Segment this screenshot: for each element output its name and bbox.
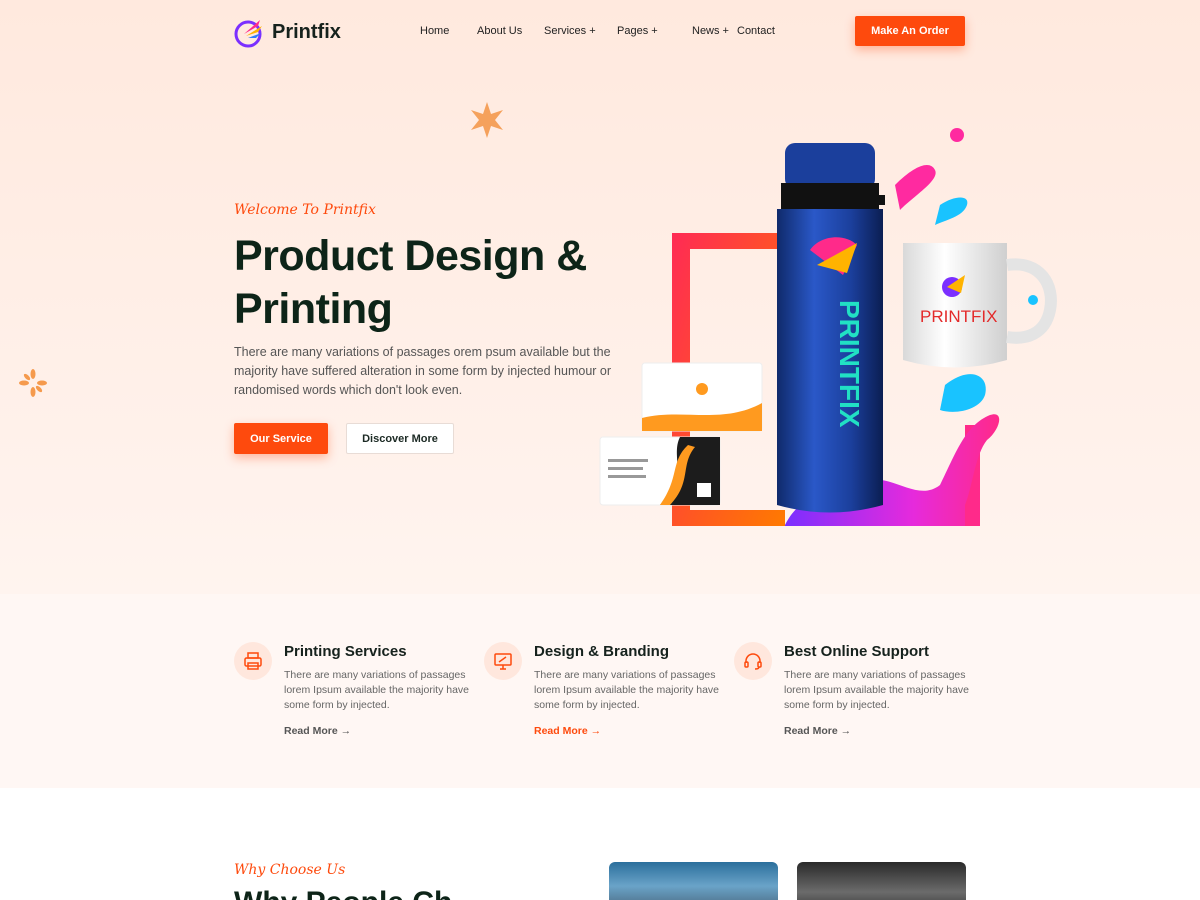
nav-home[interactable]: Home <box>420 25 477 37</box>
printer-icon <box>234 642 272 680</box>
bottle-brand-text: PRINTFIX <box>834 300 865 428</box>
business-card-bottom <box>599 436 721 506</box>
nav-pages[interactable]: Pages + <box>617 25 692 37</box>
read-more-link[interactable]: Read More → <box>284 725 351 737</box>
feature-text: There are many variations of passages lo… <box>284 669 470 711</box>
flower-decoration-icon <box>19 369 47 397</box>
design-monitor-icon <box>484 642 522 680</box>
headset-icon <box>734 642 772 680</box>
main-nav: Home About Us Services + Pages + News + … <box>420 25 787 37</box>
nav-contact[interactable]: Contact <box>737 25 787 37</box>
hero-section: Printfix Home About Us Services + Pages … <box>0 0 1200 594</box>
hero-product-illustration: PRINTFIX PRINTFIX <box>599 128 1057 526</box>
printfix-logo-icon <box>234 20 262 48</box>
nav-news[interactable]: News + <box>692 25 737 37</box>
logo[interactable]: Printfix <box>234 16 341 48</box>
mug-brand-text: PRINTFIX <box>920 307 997 326</box>
feature-title: Best Online Support <box>784 643 930 660</box>
hero-subtitle: Welcome To Printfix <box>234 202 376 218</box>
nav-services[interactable]: Services + <box>544 25 617 37</box>
bottle: PRINTFIX <box>777 143 885 513</box>
nav-about-us[interactable]: About Us <box>477 25 544 37</box>
feature-text: There are many variations of passages lo… <box>784 669 970 711</box>
business-card-top <box>641 362 763 432</box>
hero-title: Product Design & Printing <box>234 232 587 333</box>
why-title: Why People Ch <box>234 886 452 900</box>
logo-text: Printfix <box>272 20 341 43</box>
workshop-photo <box>609 862 778 900</box>
make-an-order-button[interactable]: Make An Order <box>855 16 965 46</box>
features-section: Printing Services There are many variati… <box>0 594 1200 788</box>
why-subtitle: Why Choose Us <box>234 862 346 878</box>
our-service-button[interactable]: Our Service <box>234 423 328 454</box>
feature-title: Design & Branding <box>534 643 670 660</box>
star-decoration-icon <box>471 102 503 138</box>
read-more-link[interactable]: Read More → <box>534 725 601 737</box>
discover-more-button[interactable]: Discover More <box>346 423 454 454</box>
machine-photo <box>797 862 966 900</box>
hero-description: There are many variations of passages or… <box>234 345 612 397</box>
mug: PRINTFIX <box>903 243 1057 368</box>
feature-title: Printing Services <box>284 643 407 660</box>
read-more-link[interactable]: Read More → <box>784 725 851 737</box>
feature-text: There are many variations of passages lo… <box>534 669 720 711</box>
